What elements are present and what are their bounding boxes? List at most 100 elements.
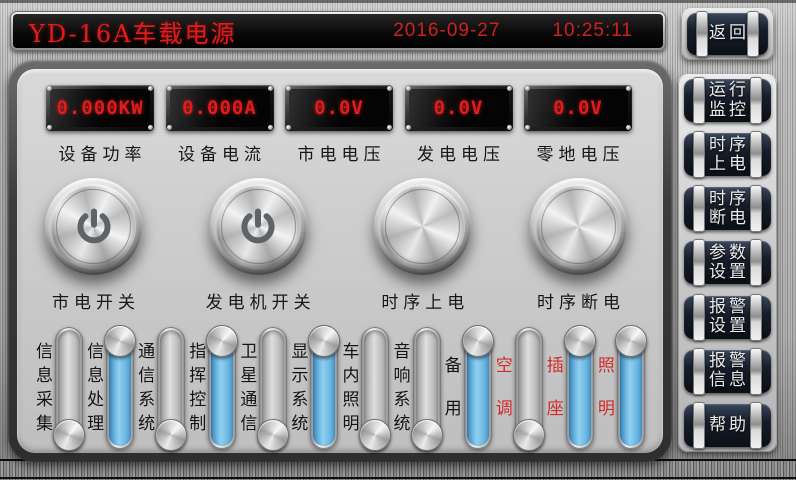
switch-unit: 照明	[597, 327, 645, 449]
display-screen: 0.0V	[409, 89, 509, 127]
display-value: 0.000A	[182, 97, 257, 119]
return-button-plate: 返回	[681, 8, 774, 60]
switch-unit: 空调	[495, 327, 543, 449]
display-screen: 0.0V	[289, 89, 389, 127]
sidebar-button-alarm-info[interactable]: 报警信息	[684, 350, 771, 393]
switch-label-char: 星	[240, 368, 257, 385]
switch-knob[interactable]	[615, 325, 647, 357]
switch-knob[interactable]	[411, 419, 443, 451]
knob-face	[51, 184, 136, 269]
switch-label: 照明	[597, 328, 616, 448]
knob-button-seq-power-on[interactable]	[374, 178, 471, 275]
sidebar-button-label: 报警	[706, 298, 749, 317]
sidebar-button-param-settings[interactable]: 参数设置	[684, 241, 771, 284]
sidebar-button-label: 运行	[706, 81, 749, 100]
switch-label: 备用	[444, 328, 463, 448]
sidebar-button-seq-power-off[interactable]: 时序断电	[684, 187, 771, 230]
knob-face	[216, 184, 301, 269]
switch-unit: 备用	[444, 327, 492, 449]
screw-icon	[406, 86, 411, 91]
main-panel-frame: 0.000KW 设备功率 0.000A 设备电流 0.0V 市电电压	[8, 60, 672, 462]
header-bar: YD-16A车载电源 2016-09-27 10:25:11	[10, 11, 666, 51]
knob-button-generator-switch[interactable]	[210, 178, 307, 275]
display-label: 零地电压	[532, 140, 625, 165]
switch-label-char: 备	[445, 358, 462, 375]
toggle-switch[interactable]	[259, 327, 287, 449]
knob-label: 发电机开关	[201, 288, 316, 313]
screw-icon	[268, 125, 273, 130]
screw-icon	[525, 125, 530, 130]
display-value: 0.0V	[553, 97, 603, 119]
switch-knob[interactable]	[462, 325, 494, 357]
toggle-switch[interactable]	[106, 327, 134, 449]
switch-label-char: 系	[138, 392, 155, 409]
toggle-switch[interactable]	[310, 327, 338, 449]
switch-label-char: 信	[138, 368, 155, 385]
toggle-switch[interactable]	[361, 327, 389, 449]
sidebar-button-run-monitor[interactable]: 运行监控	[684, 79, 771, 122]
switch-label-char: 车	[342, 344, 359, 361]
screw-icon	[626, 86, 631, 91]
toggle-switch[interactable]	[55, 327, 83, 449]
display-screen: 0.000KW	[50, 89, 150, 127]
display-value: 0.000KW	[56, 97, 143, 119]
switch-label-char: 采	[36, 392, 53, 409]
switch-label-char: 理	[87, 416, 104, 433]
switch-label: 车内照明	[341, 328, 360, 448]
digital-display: 0.0V	[524, 85, 632, 131]
sidebar-button-help[interactable]: 帮助	[684, 404, 771, 447]
return-button[interactable]: 返回	[687, 13, 768, 55]
knob-label: 时序上电	[376, 288, 469, 313]
switch-label: 信息处理	[86, 328, 105, 448]
screw-icon	[286, 86, 291, 91]
screw-icon	[507, 86, 512, 91]
sidebar-button-label: 上电	[706, 155, 749, 174]
screw-icon	[286, 125, 291, 130]
toggle-switch[interactable]	[617, 327, 645, 449]
switch-label-char: 示	[291, 368, 308, 385]
knob-button-seq-power-off[interactable]	[530, 178, 627, 275]
switch-label-char: 调	[496, 401, 513, 418]
display-unit: 0.0V 零地电压	[519, 85, 637, 165]
knob-unit: 时序断电	[530, 178, 627, 313]
switch-label-char: 明	[342, 416, 359, 433]
switch-knob[interactable]	[155, 419, 187, 451]
toggle-switch[interactable]	[515, 327, 543, 449]
switch-knob[interactable]	[513, 419, 545, 451]
knob-unit: 发电机开关	[201, 178, 316, 313]
knob-button-mains-switch[interactable]	[45, 178, 142, 275]
sidebar-button-label: 时序	[706, 190, 749, 209]
switch-label-char: 空	[496, 358, 513, 375]
toggle-switch[interactable]	[566, 327, 594, 449]
switch-knob[interactable]	[308, 325, 340, 357]
sidebar-button-alarm-settings[interactable]: 报警设置	[684, 296, 771, 339]
toggle-switch[interactable]	[208, 327, 236, 449]
switch-label-char: 照	[342, 392, 359, 409]
switch-label: 指挥控制	[188, 328, 207, 448]
screw-icon	[167, 86, 172, 91]
switch-knob[interactable]	[359, 419, 391, 451]
toggle-switch[interactable]	[464, 327, 492, 449]
switch-label-char: 卫	[240, 344, 257, 361]
toggle-switch[interactable]	[157, 327, 185, 449]
switch-label-char: 音	[394, 344, 411, 361]
toggle-switch[interactable]	[413, 327, 441, 449]
display-screen: 0.0V	[528, 89, 628, 127]
display-unit: 0.0V 发电电压	[400, 85, 518, 165]
sidebar-button-seq-power-on[interactable]: 时序上电	[684, 133, 771, 176]
switch-knob[interactable]	[257, 419, 289, 451]
switch-label-char: 通	[240, 392, 257, 409]
switch-label: 插座	[546, 328, 565, 448]
switch-knob[interactable]	[53, 419, 85, 451]
knobs-row: 市电开关 发电机开关 时序上电 时序断电	[33, 178, 649, 313]
switch-knob[interactable]	[104, 325, 136, 357]
screw-icon	[268, 86, 273, 91]
knob-unit: 市电开关	[45, 178, 142, 313]
knob-unit: 时序上电	[374, 178, 471, 313]
display-unit: 0.000A 设备电流	[161, 85, 279, 165]
display-label: 发电电压	[412, 140, 505, 165]
switch-knob[interactable]	[206, 325, 238, 357]
switch-label-char: 信	[240, 416, 257, 433]
switch-knob[interactable]	[564, 325, 596, 357]
power-icon	[235, 204, 281, 250]
